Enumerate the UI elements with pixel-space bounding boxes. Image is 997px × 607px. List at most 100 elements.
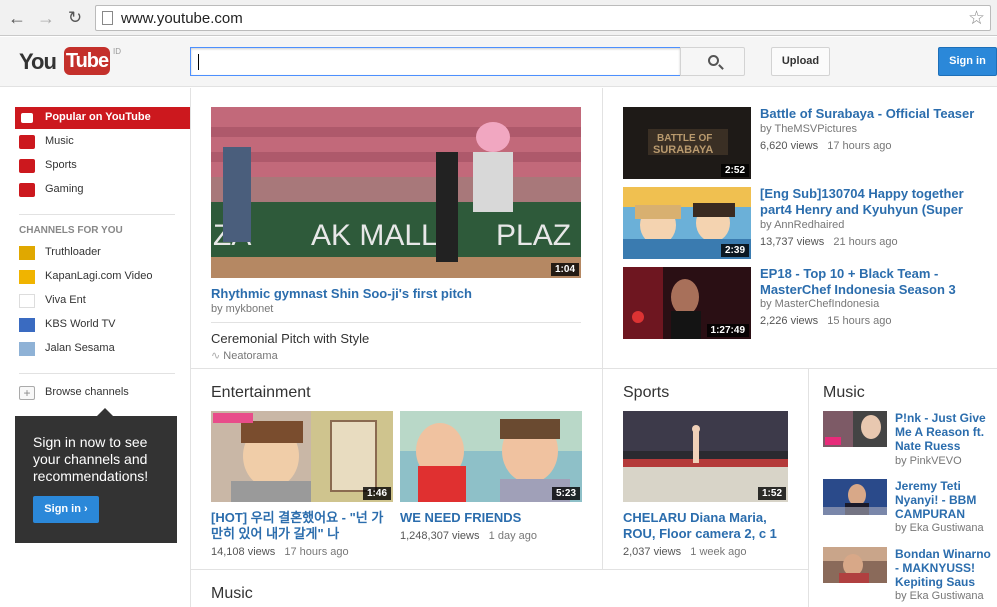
video-duration: 2:39 <box>720 244 749 257</box>
upload-age: 17 hours ago <box>284 546 349 558</box>
video-duration: 1:52 <box>757 487 786 500</box>
side-video-title-3[interactable]: EP18 - Top 10 + Black Team - MasterChef … <box>760 266 990 298</box>
side-video-uploader-3[interactable]: by MasterChefIndonesia <box>760 298 879 310</box>
sports-heading[interactable]: Sports <box>623 384 669 402</box>
promo-text: Sign in now to see your channels and rec… <box>33 434 149 484</box>
sidebar-item-label: Music <box>45 135 74 147</box>
side-video-meta-2: 13,737 views 21 hours ago <box>760 236 898 248</box>
side-video-meta-1: 6,620 views 17 hours ago <box>760 140 891 152</box>
featured-video-thumbnail[interactable]: AK MALL PLAZ ZA 1:04 <box>211 107 581 278</box>
entertainment-video-title-1[interactable]: [HOT] 우리 결혼했어요 - "넌 가만히 있어 내가 갈게" 나 <box>211 510 393 542</box>
svg-text:AK MALL: AK MALL <box>311 219 438 252</box>
side-video-title-1[interactable]: Battle of Surabaya - Official Teaser <box>760 106 990 122</box>
playlist-source[interactable]: ∿ Neatorama <box>211 349 278 362</box>
music-video-title-1[interactable]: P!nk - Just Give Me A Reason ft. Nate Ru… <box>895 411 995 453</box>
plus-icon: + <box>19 386 35 400</box>
music-video-title-2[interactable]: Jeremy Teti Nyanyi! - BBM CAMPURAN <box>895 479 995 521</box>
view-count: 14,108 views <box>211 546 276 558</box>
row-divider <box>190 569 808 570</box>
music-video-thumbnail-3[interactable] <box>823 547 887 583</box>
sidebar-item-label: KBS World TV <box>45 318 116 330</box>
sign-in-promo: Sign in now to see your channels and rec… <box>15 408 177 543</box>
entertainment-video-thumbnail-2[interactable]: 5:23 <box>400 411 582 502</box>
sidebar-divider <box>19 373 175 374</box>
browse-channels-link[interactable]: + Browse channels <box>15 382 190 404</box>
featured-divider <box>211 322 581 323</box>
upload-age: 1 week ago <box>690 546 747 558</box>
sidebar-channel-truthloader[interactable]: Truthloader <box>15 242 190 264</box>
logo-region: ID <box>113 47 121 56</box>
side-video-thumbnail-1[interactable]: BATTLE OF SURABAYA 2:52 <box>623 107 751 179</box>
video-duration: 2:52 <box>720 164 749 177</box>
thumbnail-image <box>823 411 887 447</box>
forward-arrow-icon[interactable]: → <box>35 7 57 29</box>
address-bar[interactable]: www.youtube.com ☆ <box>95 5 991 31</box>
music-bottom-heading[interactable]: Music <box>211 585 253 603</box>
promo-sign-in-button[interactable]: Sign in › <box>33 496 99 523</box>
sports-video-thumbnail[interactable]: 1:52 <box>623 411 788 502</box>
playlist-source-label: Neatorama <box>223 350 278 362</box>
row-divider <box>190 368 997 369</box>
side-video-uploader-1[interactable]: by TheMSVPictures <box>760 123 857 135</box>
music-video-title-3[interactable]: Bondan Winarno - MAKNYUSS! Kepiting Saus <box>895 547 997 589</box>
entertainment-video-meta-1: 14,108 views 17 hours ago <box>211 546 349 558</box>
logo-you-text: You <box>19 49 57 74</box>
page-icon <box>102 11 113 25</box>
featured-video-title[interactable]: Rhythmic gymnast Shin Soo-ji's first pit… <box>211 286 581 302</box>
svg-text:BATTLE OF: BATTLE OF <box>657 133 712 144</box>
side-video-thumbnail-2[interactable]: 2:39 <box>623 187 751 259</box>
entertainment-heading[interactable]: Entertainment <box>211 384 311 402</box>
music-video-uploader-3[interactable]: by Eka Gustiwana <box>895 590 984 602</box>
sidebar-channel-kapanlagi[interactable]: KapanLagi.com Video <box>15 266 190 288</box>
side-video-uploader-2[interactable]: by AnnRedhaired <box>760 219 844 231</box>
kapanlagi-channel-icon <box>19 270 35 284</box>
music-video-uploader-1[interactable]: by PinkVEVO <box>895 455 962 467</box>
entertainment-video-title-2[interactable]: WE NEED FRIENDS <box>400 510 582 526</box>
sidebar-item-label: KapanLagi.com Video <box>45 270 153 282</box>
truthloader-channel-icon <box>19 246 35 260</box>
bookmark-star-icon[interactable]: ☆ <box>968 7 985 30</box>
sidebar-divider <box>19 214 175 215</box>
sidebar-item-label: Gaming <box>45 183 84 195</box>
playlist-title[interactable]: Ceremonial Pitch with Style <box>211 331 369 346</box>
upload-age: 17 hours ago <box>827 140 892 152</box>
sidebar-channel-jalan-sesama[interactable]: Jalan Sesama <box>15 338 190 360</box>
reload-icon[interactable]: ↻ <box>64 7 86 29</box>
trophy-icon <box>19 159 35 173</box>
sign-in-button[interactable]: Sign in <box>938 47 997 76</box>
upload-age: 15 hours ago <box>827 315 892 327</box>
view-count: 13,737 views <box>760 236 825 248</box>
side-video-title-2[interactable]: [Eng Sub]130704 Happy together part4 Hen… <box>760 186 990 218</box>
sports-video-title[interactable]: CHELARU Diana Maria, ROU, Floor camera 2… <box>623 510 798 542</box>
music-video-uploader-2[interactable]: by Eka Gustiwana <box>895 522 984 534</box>
url-text: www.youtube.com <box>121 10 243 27</box>
music-heading[interactable]: Music <box>823 384 865 402</box>
featured-video-uploader[interactable]: by mykbonet <box>211 303 273 315</box>
search-icon <box>708 55 719 66</box>
music-video-thumbnail-1[interactable] <box>823 411 887 447</box>
featured-thumbnail-image: AK MALL PLAZ ZA <box>211 107 581 278</box>
sidebar-item-label: Truthloader <box>45 246 101 258</box>
sidebar-item-music[interactable]: Music <box>15 131 190 153</box>
music-video-thumbnail-2[interactable] <box>823 479 887 515</box>
side-video-thumbnail-3[interactable]: 1:27:49 <box>623 267 751 339</box>
video-duration: 5:23 <box>551 487 580 500</box>
sidebar-item-label: Viva Ent <box>45 294 86 306</box>
sidebar-item-label: Jalan Sesama <box>45 342 115 354</box>
entertainment-video-thumbnail-1[interactable]: 1:46 <box>211 411 393 502</box>
jalan-sesama-channel-icon <box>19 342 35 356</box>
view-count: 2,037 views <box>623 546 682 558</box>
sidebar-channel-viva[interactable]: Viva Ent <box>15 290 190 312</box>
search-input[interactable] <box>190 47 681 76</box>
view-count: 1,248,307 views <box>400 530 480 542</box>
sidebar-channel-kbs[interactable]: KBS World TV <box>15 314 190 336</box>
sidebar-item-gaming[interactable]: Gaming <box>15 179 190 201</box>
view-count: 6,620 views <box>760 140 819 152</box>
sidebar-item-sports[interactable]: Sports <box>15 155 190 177</box>
upload-button[interactable]: Upload <box>771 47 830 76</box>
search-button[interactable] <box>680 47 745 76</box>
popular-icon <box>21 113 33 123</box>
sidebar-item-popular[interactable]: Popular on YouTube <box>15 107 190 129</box>
back-arrow-icon[interactable]: ← <box>6 7 28 29</box>
sports-video-meta: 2,037 views 1 week ago <box>623 546 747 558</box>
